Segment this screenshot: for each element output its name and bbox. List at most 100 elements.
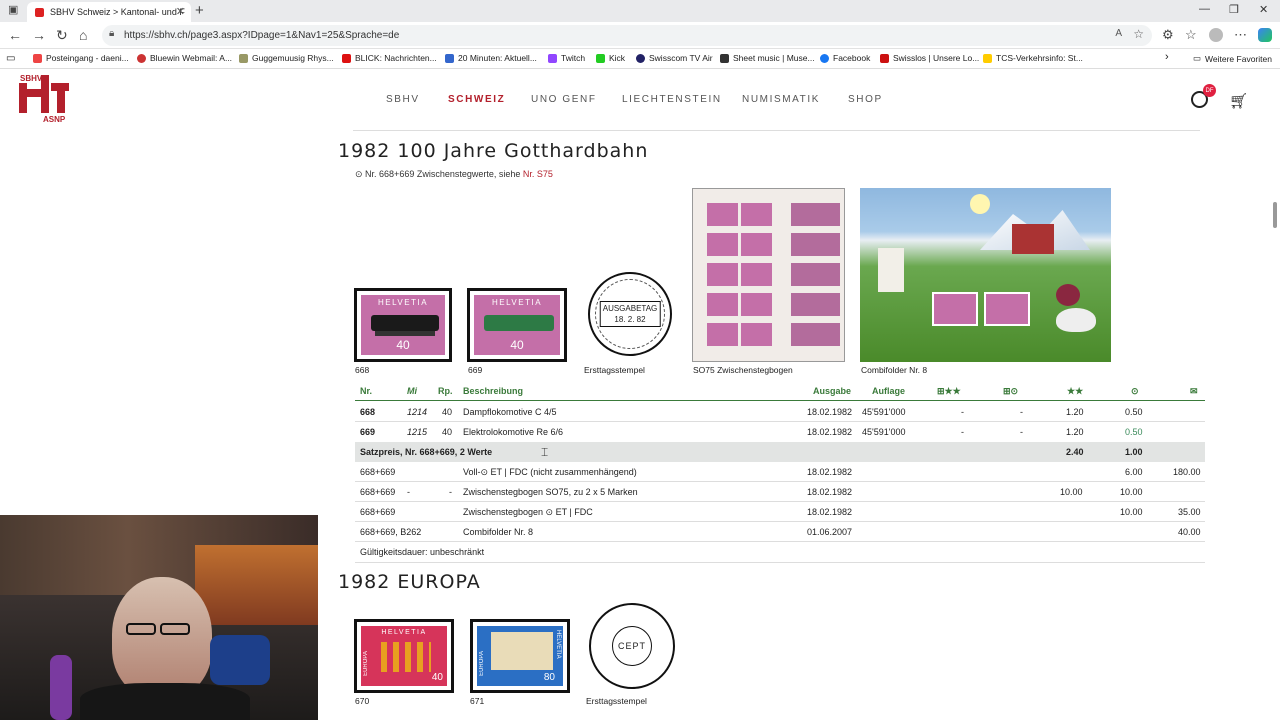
bookmark-4[interactable]: BLICK: Nachrichten... [342, 53, 437, 63]
logo-bar [19, 83, 27, 113]
copilot-icon[interactable] [1258, 28, 1272, 42]
tab-actions-icon[interactable]: ▣ [8, 3, 18, 16]
extensions-icon[interactable]: ⚙ [1162, 27, 1174, 43]
header-mi[interactable]: Mi [407, 386, 417, 396]
minimize-icon[interactable]: — [1199, 3, 1210, 15]
sbhv-logo[interactable]: SBHV ASNP [19, 73, 73, 125]
kick-icon [596, 53, 605, 63]
bookmark-6[interactable]: Twitch [548, 53, 585, 63]
guggemuusig-icon [239, 53, 248, 63]
folder-icon: ▭ [1193, 53, 1202, 63]
nav-uno-genf[interactable]: UNO GENF [531, 94, 597, 105]
forward-icon[interactable]: → [32, 27, 46, 43]
satzpreis-mint: 2.40 [1066, 447, 1084, 457]
combifolder-image[interactable] [860, 188, 1111, 362]
europa-first-day-postmark[interactable]: CEPT [589, 603, 675, 689]
sheet-stamp [707, 263, 738, 286]
caption-europa-ersttagsstempel: Ersttagsstempel [586, 696, 647, 706]
browser-tab[interactable]: SBHV Schweiz > Kantonal- und F ✕ [27, 2, 191, 22]
sheet-stamp [809, 233, 840, 256]
bookmark-3[interactable]: Guggemuusig Rhys... [239, 53, 334, 63]
favorite-star-icon[interactable]: ☆ [1133, 27, 1144, 41]
nav-shop[interactable]: SHOP [848, 94, 883, 105]
wall-picture [195, 545, 318, 625]
bookmark-2[interactable]: Bluewin Webmail: A... [137, 53, 232, 63]
note-link-s75[interactable]: Nr. S75 [523, 169, 553, 179]
stamp-671[interactable]: HELVETIA EUROPA 80 [470, 619, 570, 693]
favorites-icon[interactable]: ☆ [1185, 27, 1197, 43]
read-aloud-icon[interactable]: A [1115, 28, 1122, 39]
issue-note: ⊙ Nr. 668+669 Zwischenstegwerte, siehe N… [355, 169, 553, 179]
bookmark-10[interactable]: Facebook [820, 53, 870, 63]
so75-sheet-image[interactable] [692, 188, 845, 362]
new-tab-icon[interactable]: + [195, 2, 204, 19]
header-rule [355, 400, 1205, 401]
bookmark-1[interactable]: Posteingang - daeni... [33, 53, 129, 63]
nav-schweiz[interactable]: SCHWEIZ [448, 94, 505, 105]
home-icon[interactable]: ⌂ [79, 27, 87, 43]
webcam-overlay [0, 515, 318, 720]
caption-combifolder: Combifolder Nr. 8 [861, 365, 928, 375]
header-ausgabe[interactable]: Ausgabe [813, 386, 851, 396]
header-mint[interactable]: ★★ [1067, 386, 1083, 397]
sheet-stamp [809, 263, 840, 286]
folder-stamp-669 [984, 292, 1030, 326]
chevron-right-icon[interactable]: › [1165, 51, 1169, 63]
bookmark-5[interactable]: 20 Minuten: Aktuell... [445, 53, 537, 63]
other-favorites[interactable]: ▭ Weitere Favoriten [1193, 53, 1272, 64]
stamp-668[interactable]: HELVETIA 40 [354, 288, 452, 362]
header-nr[interactable]: Nr. [360, 386, 372, 396]
profile-avatar[interactable] [1209, 28, 1223, 42]
caption-so75: SO75 Zwischenstegbogen [693, 365, 793, 375]
header-block-mint[interactable]: ⊞★★ [937, 386, 961, 397]
page-scrollbar[interactable] [1270, 69, 1280, 720]
restore-icon[interactable]: ❐ [1229, 3, 1239, 16]
url-input[interactable]: 🔒︎ https://sbhv.ch/page3.aspx?IDpage=1&N… [102, 25, 1152, 46]
url-text: https://sbhv.ch/page3.aspx?IDpage=1&Nav1… [124, 30, 400, 41]
steam-locomotive-image [371, 315, 439, 331]
bookmark-11[interactable]: Swisslos | Unsere Lo... [880, 53, 979, 63]
header-beschreibung[interactable]: Beschreibung [463, 386, 523, 396]
first-day-postmark[interactable]: AUSGABETAG 18. 2. 82 [588, 272, 672, 356]
facebook-icon [820, 53, 829, 63]
reload-icon[interactable]: ↻ [56, 27, 68, 44]
stamp-669[interactable]: HELVETIA 40 [467, 288, 567, 362]
bookmark-9[interactable]: Sheet music | Muse... [720, 53, 815, 63]
close-window-icon[interactable]: ✕ [1259, 3, 1268, 16]
bookmark-8[interactable]: Swisscom TV Air [636, 53, 713, 63]
nav-numismatik[interactable]: NUMISMATIK [742, 94, 820, 105]
sheet-stamp [809, 323, 840, 346]
bookmark-folder-icon[interactable]: ▭ [6, 53, 15, 64]
caption-669: 669 [468, 365, 483, 375]
sheet-stamp [741, 323, 772, 346]
back-icon[interactable]: ← [8, 27, 22, 43]
sbhv-favicon [35, 7, 44, 17]
grapes-image [1056, 284, 1080, 306]
scrollbar-thumb[interactable] [1273, 202, 1277, 228]
nav-sbhv[interactable]: SBHV [386, 94, 420, 105]
bluewin-icon [137, 53, 146, 63]
close-tab-icon[interactable]: ✕ [176, 5, 185, 18]
glasses-left [126, 623, 156, 635]
bookmark-7[interactable]: Kick [596, 53, 625, 63]
header-auflage[interactable]: Auflage [872, 386, 905, 396]
caption-ersttagsstempel: Ersttagsstempel [584, 365, 645, 375]
figures-image [381, 642, 431, 672]
microphone-image [50, 655, 72, 720]
blick-icon [342, 53, 351, 63]
header-fdc[interactable]: ✉ [1190, 386, 1198, 397]
bookmark-12[interactable]: TCS-Verkehrsinfo: St... [983, 53, 1083, 63]
header-used[interactable]: ⊙ [1131, 386, 1139, 397]
header-block-used[interactable]: ⊞⊙ [1003, 386, 1018, 397]
nav-liechtenstein[interactable]: LIECHTENSTEIN [622, 94, 722, 105]
shopping-cart-icon[interactable]: 🛒︎ [1229, 92, 1248, 110]
stamp-670[interactable]: HELVETIA EUROPA 40 [354, 619, 454, 693]
header-rp[interactable]: Rp. [438, 386, 453, 396]
cup-image [1056, 308, 1096, 332]
menu-icon[interactable]: ⋯ [1234, 27, 1247, 43]
person-shirt [80, 683, 250, 720]
chair-image [210, 635, 270, 685]
gmail-icon [33, 53, 42, 63]
20min-icon [445, 53, 454, 63]
tab-title: SBHV Schweiz > Kantonal- und F [50, 7, 185, 17]
